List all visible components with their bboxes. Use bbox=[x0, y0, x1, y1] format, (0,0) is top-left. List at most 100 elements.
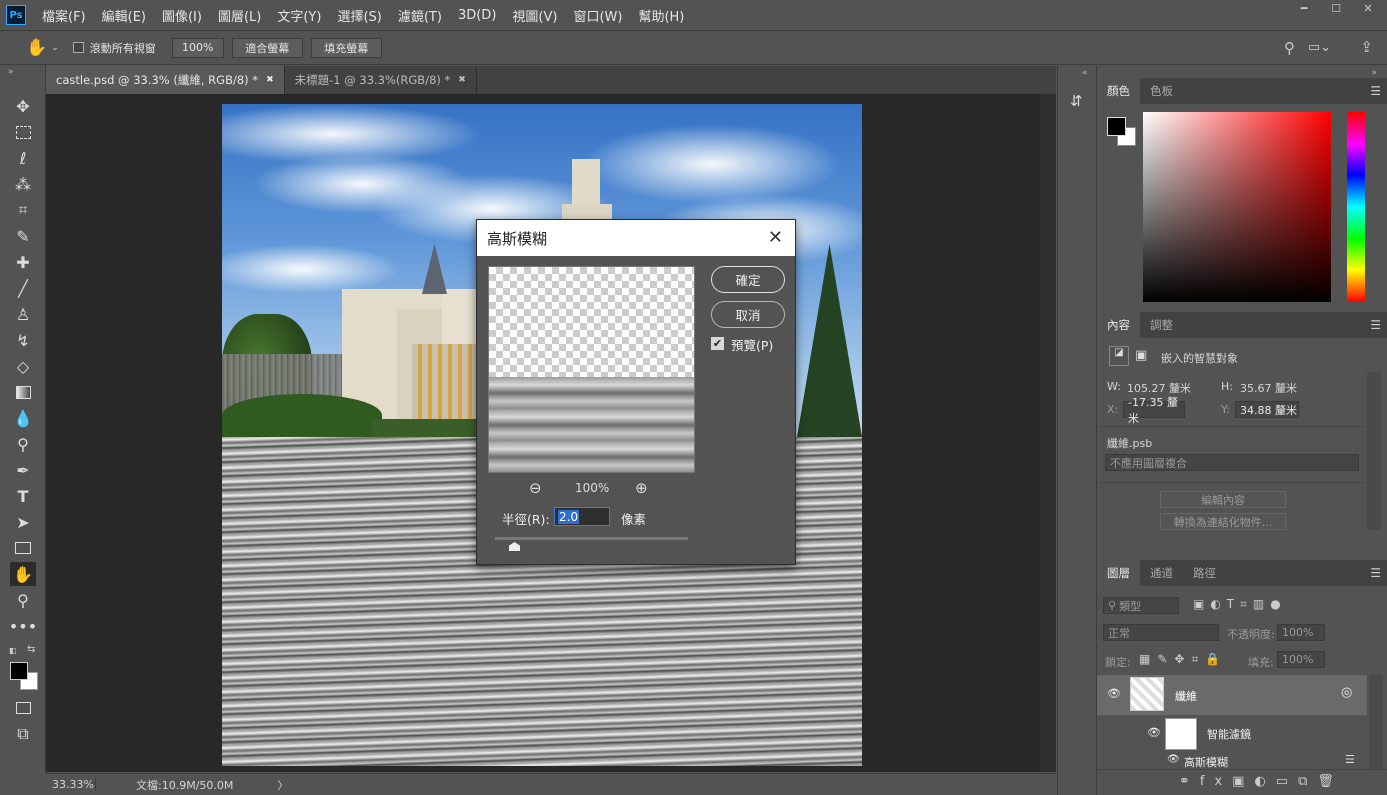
filter-mask-thumbnail[interactable] bbox=[1165, 718, 1197, 750]
default-colors-icon[interactable]: ◧ bbox=[9, 646, 17, 655]
radius-slider-track[interactable] bbox=[495, 537, 688, 540]
scroll-all-checkbox[interactable] bbox=[72, 42, 84, 53]
dodge-tool-icon[interactable]: ⚲ bbox=[10, 432, 36, 456]
eyedropper-tool-icon[interactable]: ✎ bbox=[10, 224, 36, 248]
tab-paths[interactable]: 路徑 bbox=[1183, 560, 1226, 586]
path-selection-tool-icon[interactable]: ➤ bbox=[10, 510, 36, 534]
layers-scrollbar[interactable] bbox=[1369, 675, 1383, 769]
status-menu-icon[interactable]: 〉 bbox=[277, 777, 288, 793]
hand-tool-selected-icon[interactable]: ✋ bbox=[10, 562, 36, 586]
workspace-icon[interactable]: ▭⌄ bbox=[1308, 40, 1331, 55]
menu-window[interactable]: 窗口(W) bbox=[565, 6, 630, 25]
hand-tool-icon[interactable]: ✋ bbox=[26, 38, 47, 58]
menu-select[interactable]: 選擇(S) bbox=[329, 6, 389, 25]
zoom-in-icon[interactable]: ⊕ bbox=[635, 479, 648, 497]
lasso-tool-icon[interactable]: ℓ bbox=[10, 146, 36, 170]
quick-mask-icon[interactable] bbox=[10, 696, 36, 720]
marquee-tool-icon[interactable] bbox=[10, 120, 36, 144]
crop-tool-icon[interactable]: ⌗ bbox=[10, 198, 36, 222]
brush-tool-icon[interactable]: ╱ bbox=[10, 276, 36, 300]
x-field[interactable]: -17.35 釐米 bbox=[1123, 396, 1185, 425]
preview-checkbox[interactable]: ✔ bbox=[711, 337, 724, 350]
edit-toolbar-icon[interactable]: ••• bbox=[9, 614, 37, 638]
tab-properties[interactable]: 內容 bbox=[1097, 312, 1140, 338]
history-brush-tool-icon[interactable]: ↯ bbox=[10, 328, 36, 352]
blend-mode-select[interactable]: 正常 bbox=[1103, 624, 1219, 641]
menu-layer[interactable]: 圖層(L) bbox=[210, 6, 269, 25]
fill-field[interactable]: 100% bbox=[1277, 651, 1325, 668]
menu-type[interactable]: 文字(Y) bbox=[269, 6, 329, 25]
zoom-out-icon[interactable]: ⊖ bbox=[529, 479, 542, 497]
menu-file[interactable]: 檔案(F) bbox=[34, 6, 94, 25]
visibility-eye-icon[interactable]: 👁 bbox=[1167, 754, 1180, 765]
smart-filters-row[interactable]: 👁 智能濾鏡 bbox=[1097, 715, 1367, 753]
filter-icons[interactable]: ▣◐T⌗▥● bbox=[1193, 597, 1287, 612]
type-tool-icon[interactable]: T bbox=[10, 484, 36, 508]
swap-colors-icon[interactable]: ⇆ bbox=[27, 644, 35, 655]
panel-menu-icon[interactable]: ☰ bbox=[1370, 84, 1381, 98]
collapse-tools-icon[interactable]: » bbox=[8, 67, 14, 77]
edit-contents-button[interactable]: 編輯內容 bbox=[1160, 491, 1286, 508]
tab-layers[interactable]: 圖層 bbox=[1097, 560, 1140, 586]
zoom-tool-icon[interactable]: ⚲ bbox=[10, 588, 36, 612]
mask-icon[interactable]: ▣ bbox=[1135, 348, 1147, 363]
menu-3d[interactable]: 3D(D) bbox=[450, 8, 504, 23]
close-window-icon[interactable]: ✕ bbox=[1357, 2, 1379, 18]
opacity-field[interactable]: 100% bbox=[1277, 624, 1325, 641]
y-field[interactable]: 34.88 釐米 bbox=[1235, 401, 1299, 418]
move-tool-icon[interactable]: ✥ bbox=[10, 94, 36, 118]
cancel-button[interactable]: 取消 bbox=[711, 301, 785, 328]
hue-slider[interactable] bbox=[1347, 112, 1365, 302]
vertical-scrollbar[interactable] bbox=[1040, 94, 1056, 772]
height-value[interactable]: 35.67 釐米 bbox=[1240, 380, 1297, 396]
expand-panels-icon[interactable]: » bbox=[1371, 68, 1377, 78]
radius-slider-thumb[interactable] bbox=[509, 542, 520, 551]
lock-icons[interactable]: ▦✎✥⌗🔒 bbox=[1139, 652, 1227, 667]
panel-menu-icon[interactable]: ☰ bbox=[1370, 318, 1381, 332]
tab-swatches[interactable]: 色板 bbox=[1140, 78, 1183, 104]
healing-brush-tool-icon[interactable]: ✚ bbox=[10, 250, 36, 274]
menu-filter[interactable]: 濾鏡(T) bbox=[390, 6, 450, 25]
foreground-color-swatch[interactable] bbox=[10, 662, 28, 680]
properties-scrollbar[interactable] bbox=[1367, 372, 1381, 530]
visibility-eye-icon[interactable]: 👁 bbox=[1107, 687, 1121, 700]
blur-tool-icon[interactable]: 💧 bbox=[10, 406, 36, 430]
layer-comp-select[interactable]: 不應用圖層複合 bbox=[1105, 454, 1359, 471]
tab-untitled[interactable]: 未標題-1 @ 33.3%(RGB/8) * ✖ bbox=[285, 66, 477, 94]
convert-linked-button[interactable]: 轉換為連結化物件... bbox=[1160, 513, 1286, 530]
share-icon[interactable]: ⇪ bbox=[1360, 38, 1373, 56]
panel-menu-icon[interactable]: ☰ bbox=[1370, 566, 1381, 580]
color-picker-field[interactable] bbox=[1143, 112, 1331, 302]
tab-adjustments[interactable]: 調整 bbox=[1140, 312, 1183, 338]
rectangle-tool-icon[interactable] bbox=[10, 536, 36, 560]
menu-view[interactable]: 視圖(V) bbox=[504, 6, 565, 25]
layer-action-icons[interactable]: ⚭fx▣◐▭⧉🗑 bbox=[1179, 774, 1344, 789]
maximize-icon[interactable]: ☐ bbox=[1325, 2, 1347, 18]
fill-screen-button[interactable]: 填充螢幕 bbox=[310, 37, 382, 58]
layer-row[interactable]: 👁 纖維 ◎ bbox=[1097, 675, 1367, 715]
filter-options-icon[interactable]: ☰ bbox=[1345, 753, 1355, 766]
tool-preset-chevron-icon[interactable]: ⌄ bbox=[51, 43, 59, 53]
menu-edit[interactable]: 編輯(E) bbox=[94, 6, 154, 25]
eraser-tool-icon[interactable]: ◇ bbox=[10, 354, 36, 378]
menu-help[interactable]: 幫助(H) bbox=[630, 6, 692, 25]
clone-stamp-tool-icon[interactable]: ♙ bbox=[10, 302, 36, 326]
close-icon[interactable]: ✕ bbox=[768, 227, 783, 248]
history-panel-icon[interactable]: ⇵ bbox=[1070, 92, 1083, 110]
screen-mode-icon[interactable]: ⧉ bbox=[10, 722, 36, 746]
tab-castle[interactable]: castle.psd @ 33.3% (纖維, RGB/8) * ✖ bbox=[46, 66, 285, 94]
close-tab-icon[interactable]: ✖ bbox=[458, 75, 466, 85]
zoom-readout[interactable]: 33.33% bbox=[46, 778, 96, 791]
zoom-100-button[interactable]: 100% bbox=[171, 37, 224, 58]
collapse-panels-icon[interactable]: « bbox=[1082, 68, 1088, 78]
visibility-eye-icon[interactable]: 👁 bbox=[1147, 726, 1161, 739]
ok-button[interactable]: 確定 bbox=[711, 266, 785, 293]
search-icon[interactable]: ⚲ bbox=[1284, 39, 1295, 57]
gradient-tool-icon[interactable] bbox=[10, 380, 36, 404]
color-fg-swatch[interactable] bbox=[1107, 117, 1126, 136]
tab-channels[interactable]: 通道 bbox=[1140, 560, 1183, 586]
magic-wand-tool-icon[interactable]: ⁂ bbox=[10, 172, 36, 196]
layer-filter-select[interactable]: ⚲ 類型 bbox=[1103, 597, 1179, 614]
radius-input[interactable]: 2.0 bbox=[554, 507, 610, 526]
filter-preview[interactable] bbox=[488, 266, 695, 473]
